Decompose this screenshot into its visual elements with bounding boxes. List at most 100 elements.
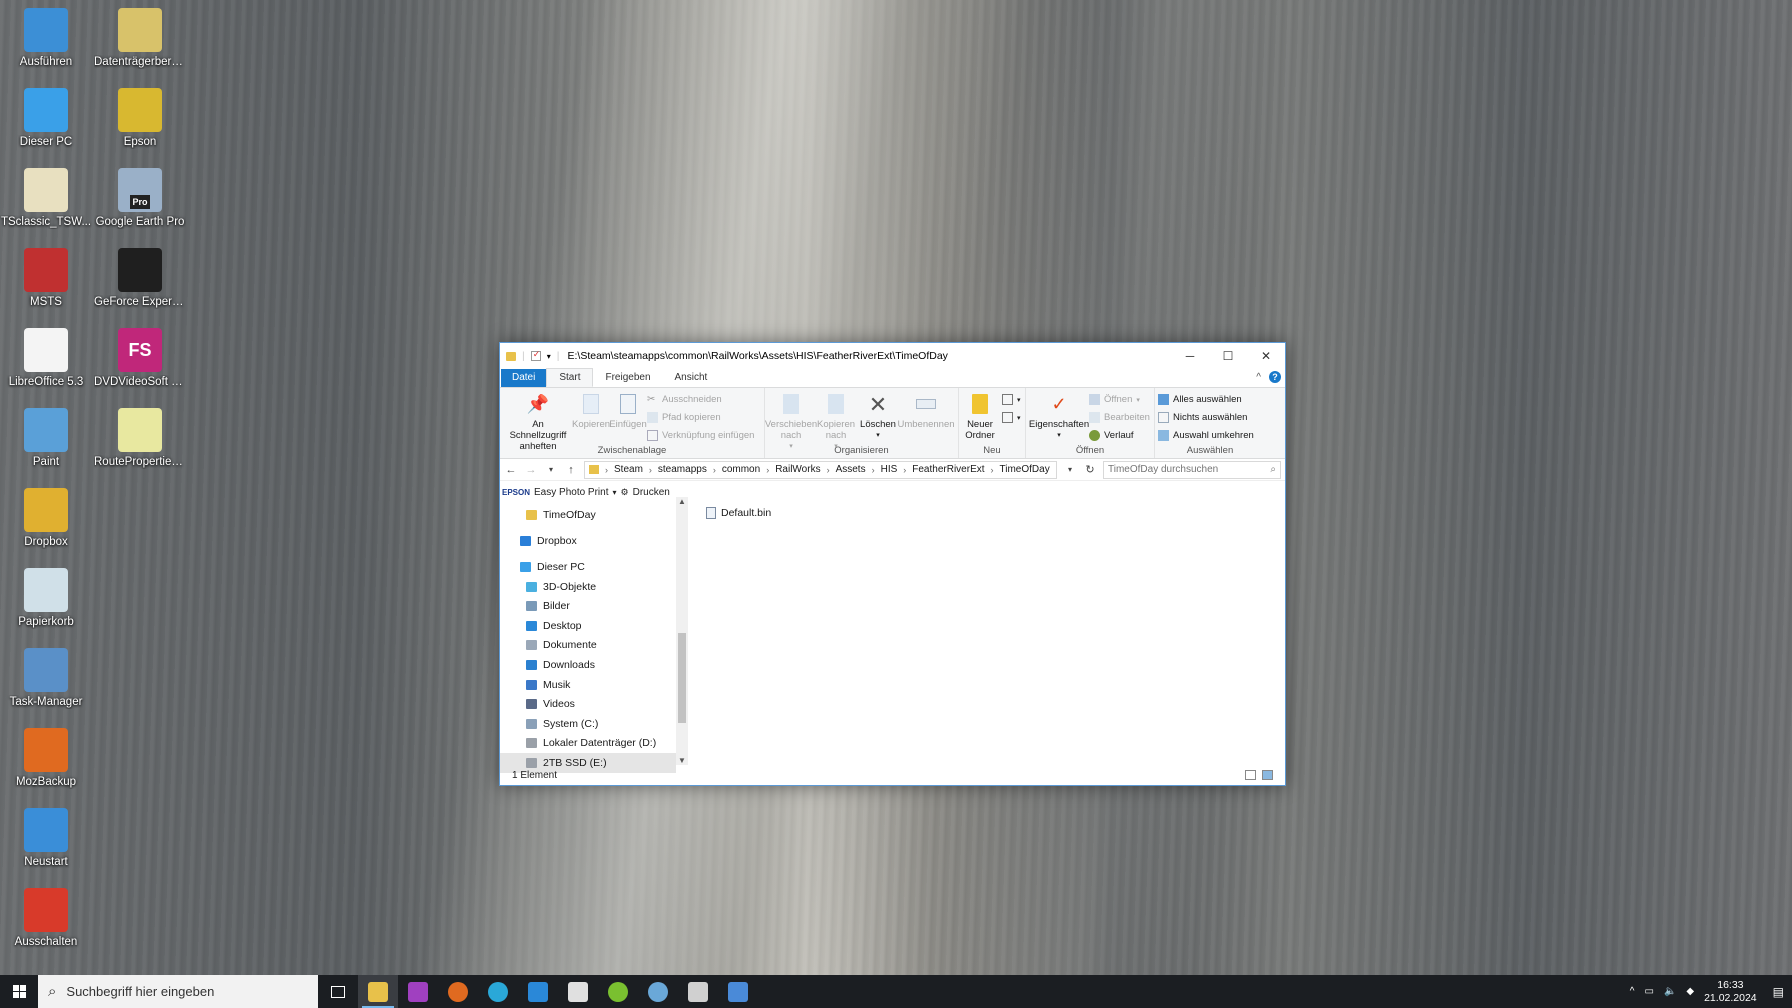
navigation-pane[interactable]: EPSON Easy Photo Print ▾ ⚙ Drucken TimeO… xyxy=(500,487,688,773)
maximize-button[interactable]: ☐ xyxy=(1209,343,1247,369)
scroll-down-icon[interactable]: ▼ xyxy=(676,756,688,765)
desktop-icon-epson[interactable]: Epson xyxy=(94,88,186,149)
history-button[interactable]: Verlauf xyxy=(1089,428,1150,443)
breadcrumb-segment[interactable]: HIS xyxy=(881,464,898,475)
recent-locations-icon[interactable]: ▾ xyxy=(544,465,558,474)
large-icons-view-icon[interactable] xyxy=(1262,770,1273,780)
taskbar-steam[interactable] xyxy=(638,975,678,1008)
open-button[interactable]: Öffnen ▾ xyxy=(1089,392,1150,407)
taskbar-mask-app[interactable] xyxy=(398,975,438,1008)
paste-shortcut-button[interactable]: Verknüpfung einfügen xyxy=(647,428,754,443)
scroll-up-icon[interactable]: ▲ xyxy=(676,497,688,506)
details-view-icon[interactable] xyxy=(1245,770,1256,780)
properties-quick-icon[interactable]: ✓ xyxy=(530,349,541,361)
print-button[interactable]: Drucken xyxy=(633,487,670,498)
nav-item[interactable]: Dropbox xyxy=(500,531,676,551)
breadcrumb-segment[interactable]: RailWorks xyxy=(775,464,820,475)
nav-item[interactable]: Dieser PC xyxy=(500,557,676,577)
file-list[interactable]: Default.bin xyxy=(688,497,1285,765)
close-button[interactable]: ✕ xyxy=(1247,343,1285,369)
tab-ansicht[interactable]: Ansicht xyxy=(663,369,720,387)
new-item-button[interactable]: ▾ xyxy=(1002,392,1021,407)
invert-selection-button[interactable]: Auswahl umkehren xyxy=(1158,428,1254,443)
nav-scrollbar[interactable]: ▲ ▼ xyxy=(676,497,688,765)
nav-item[interactable]: Bilder xyxy=(500,596,676,616)
desktop-icon-dieser-pc[interactable]: Dieser PC xyxy=(0,88,92,149)
file-item[interactable]: Default.bin xyxy=(706,507,1267,519)
nav-item[interactable]: Lokaler Datenträger (D:) xyxy=(500,734,676,754)
desktop-icon-ausf-hren[interactable]: Ausführen xyxy=(0,8,92,69)
file-explorer-window[interactable]: | ✓ ▾ | E:\Steam\steamapps\common\RailWo… xyxy=(499,342,1286,786)
breadcrumb-chevron-icon[interactable]: › xyxy=(713,465,716,475)
taskbar-ts-app[interactable] xyxy=(678,975,718,1008)
desktop-icon-dvdvideosoft-free-studio[interactable]: FS DVDVideoSoft Free Studio xyxy=(94,328,186,389)
taskbar-search[interactable]: ⌕ Suchbegriff hier eingeben xyxy=(38,975,318,1008)
desktop-icon-task-manager[interactable]: Task-Manager xyxy=(0,648,92,709)
taskbar-blue-app[interactable] xyxy=(718,975,758,1008)
desktop-icon-neustart[interactable]: Neustart xyxy=(0,808,92,869)
desktop-icon-dropbox[interactable]: Dropbox xyxy=(0,488,92,549)
volume-icon[interactable]: 🔈 xyxy=(1664,986,1676,997)
search-input[interactable] xyxy=(1108,464,1258,475)
desktop-icon-routeproperties-xml[interactable]: RouteProperties.xml xyxy=(94,408,186,469)
chevron-down-icon[interactable]: ▾ xyxy=(613,488,617,497)
tab-start[interactable]: Start xyxy=(546,368,594,387)
taskbar-edge[interactable] xyxy=(478,975,518,1008)
show-hidden-icons-icon[interactable]: ^ xyxy=(1630,986,1635,997)
nav-item[interactable]: Downloads xyxy=(500,655,676,675)
nav-item[interactable]: System (C:) xyxy=(500,714,676,734)
copy-path-button[interactable]: Pfad kopieren xyxy=(647,410,754,425)
help-icon[interactable]: ? xyxy=(1269,371,1281,383)
nav-item[interactable]: Desktop xyxy=(500,616,676,636)
taskbar-file-explorer[interactable] xyxy=(358,975,398,1008)
nav-item[interactable]: Musik xyxy=(500,675,676,695)
desktop-icon-paint[interactable]: Paint xyxy=(0,408,92,469)
breadcrumb-segment[interactable]: TimeOfDay xyxy=(1000,464,1050,475)
address-bar[interactable]: › Steam › steamapps › common › RailWorks › Asset… xyxy=(584,460,1057,479)
breadcrumb-chevron-icon[interactable]: › xyxy=(649,465,652,475)
nav-item[interactable]: TimeOfDay xyxy=(500,505,676,525)
desktop-icon-google-earth-pro[interactable]: Pro Google Earth Pro xyxy=(94,168,186,229)
easy-access-button[interactable]: ▾ xyxy=(1002,410,1021,425)
taskbar-mail[interactable] xyxy=(518,975,558,1008)
notification-icon[interactable]: ▤ xyxy=(1773,985,1784,999)
breadcrumb-segment[interactable]: Steam xyxy=(614,464,643,475)
desktop-icon-geforce-experience[interactable]: GeForce Experience xyxy=(94,248,186,309)
tab-datei[interactable]: Datei xyxy=(501,369,547,387)
desktop-icon-libreoffice-5-3[interactable]: LibreOffice 5.3 xyxy=(0,328,92,389)
chevron-down-icon[interactable]: ▾ xyxy=(547,352,551,361)
network-icon[interactable]: ▭ xyxy=(1644,986,1653,997)
up-arrow-icon[interactable]: ↑ xyxy=(564,464,578,476)
desktop-icon-msts[interactable]: MSTS xyxy=(0,248,92,309)
desktop-icon-mozbackup[interactable]: MozBackup xyxy=(0,728,92,789)
easy-photo-print-button[interactable]: Easy Photo Print xyxy=(534,487,608,498)
start-button[interactable] xyxy=(0,975,38,1008)
forward-arrow-icon[interactable]: → xyxy=(524,464,538,476)
collapse-ribbon-icon[interactable]: ^ xyxy=(1256,372,1261,383)
breadcrumb-chevron-icon[interactable]: › xyxy=(872,465,875,475)
nav-item[interactable]: Videos xyxy=(500,694,676,714)
breadcrumb-chevron-icon[interactable]: › xyxy=(991,465,994,475)
taskbar-home-app[interactable] xyxy=(558,975,598,1008)
desktop-icon-ausschalten[interactable]: Ausschalten xyxy=(0,888,92,949)
clock[interactable]: 16:33 21.02.2024 xyxy=(1704,979,1757,1005)
breadcrumb-chevron-icon[interactable]: › xyxy=(903,465,906,475)
edit-button[interactable]: Bearbeiten xyxy=(1089,410,1150,425)
taskbar-green-app[interactable] xyxy=(598,975,638,1008)
search-box[interactable]: ⌕ xyxy=(1103,460,1281,479)
taskbar-task-view[interactable] xyxy=(318,975,358,1008)
minimize-button[interactable]: ─ xyxy=(1171,343,1209,369)
refresh-icon[interactable]: ↻ xyxy=(1083,463,1097,476)
breadcrumb-segment[interactable]: FeatherRiverExt xyxy=(912,464,984,475)
scroll-thumb[interactable] xyxy=(678,633,686,723)
desktop-icon-datentr-gerberein-[interactable]: Datenträgerberein... xyxy=(94,8,186,69)
back-arrow-icon[interactable]: ← xyxy=(504,464,518,476)
breadcrumb-chevron-icon[interactable]: › xyxy=(827,465,830,475)
taskbar-firefox[interactable] xyxy=(438,975,478,1008)
cut-button[interactable]: ✂ Ausschneiden xyxy=(647,392,754,407)
select-all-button[interactable]: Alles auswählen xyxy=(1158,392,1254,407)
address-dropdown-icon[interactable]: ▾ xyxy=(1063,465,1077,474)
title-bar[interactable]: | ✓ ▾ | E:\Steam\steamapps\common\RailWo… xyxy=(500,343,1285,369)
nav-item[interactable]: Dokumente xyxy=(500,636,676,656)
breadcrumb-segment[interactable]: common xyxy=(722,464,760,475)
